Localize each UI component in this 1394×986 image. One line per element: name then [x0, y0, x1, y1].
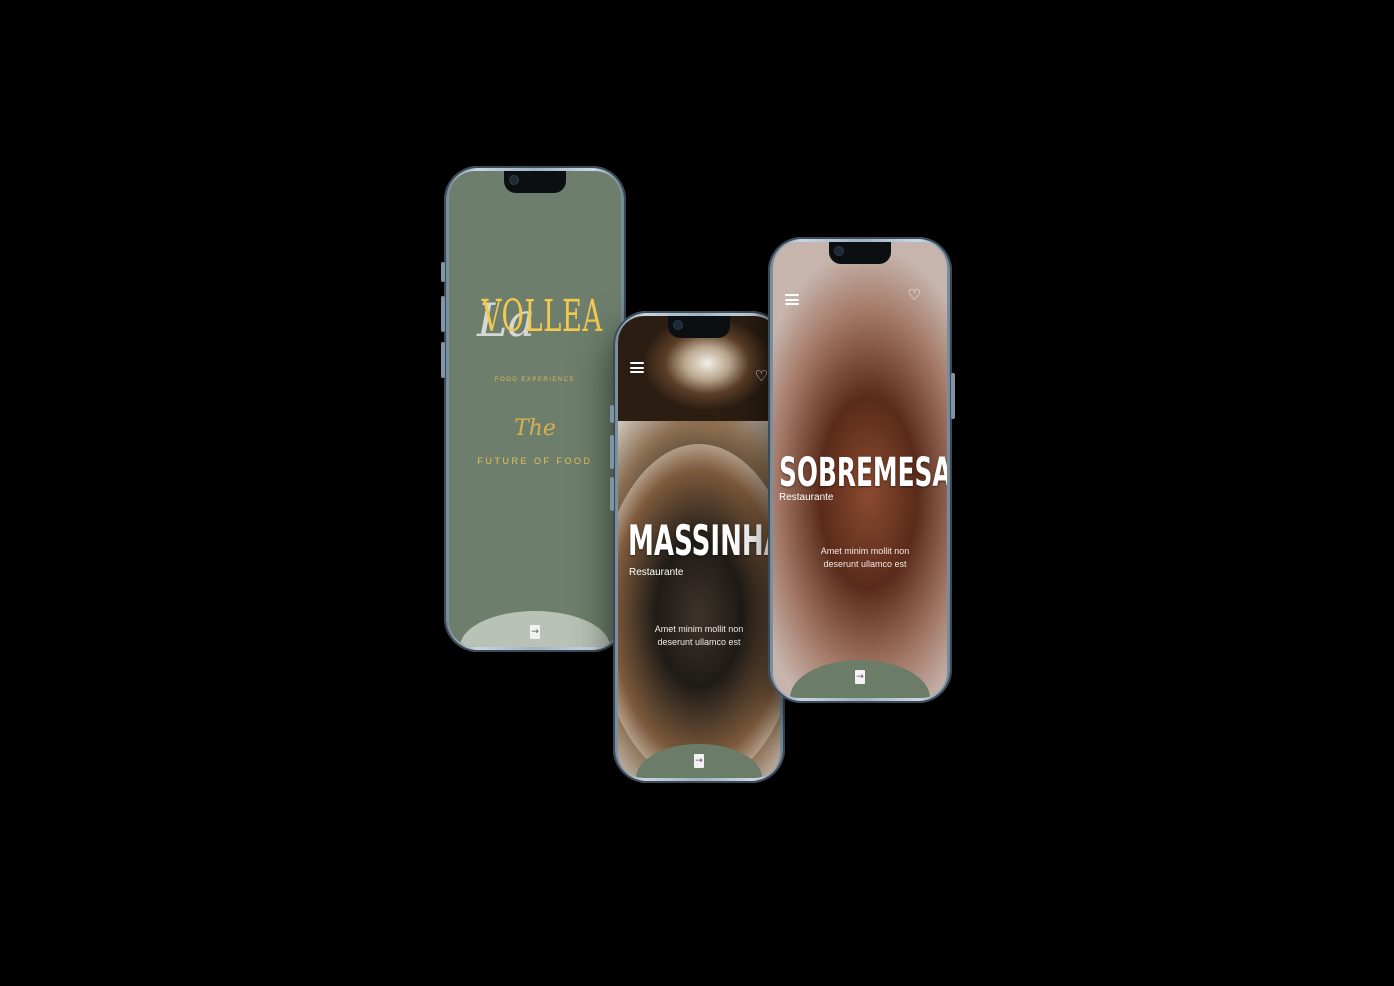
logo-wordmark: VOLLEA [481, 291, 603, 342]
camera-notch [504, 171, 566, 193]
hamburger-icon[interactable] [785, 294, 799, 305]
camera-notch [668, 316, 730, 338]
description-line: Amet minim mollit non [654, 624, 744, 634]
tagline: FUTURE OF FOOD [477, 456, 593, 466]
enter-icon: → [856, 671, 864, 682]
mute-switch [441, 262, 445, 282]
food-photo-pasta [618, 444, 780, 778]
phone-mockup-massinhas: ♡ MASSINHAS Restaurante Amet minim molli… [610, 311, 785, 783]
volume-up-button [441, 296, 445, 332]
logo-subtitle: FOOD EXPERIENCE [494, 377, 576, 383]
volume-up-button [610, 435, 614, 469]
tagline-script: The [514, 416, 556, 441]
mute-switch [610, 405, 614, 423]
phone-mockup-splash: La VOLLEA FOOD EXPERIENCE The FUTURE OF … [441, 166, 626, 652]
heart-icon[interactable]: ♡ [755, 369, 768, 384]
category-title: MASSINHAS [628, 516, 780, 565]
sobremesas-screen: ♡ SOBREMESAS Restaurante Amet minim moll… [773, 242, 947, 698]
hamburger-icon[interactable] [630, 362, 644, 373]
description-line: deserunt ullamco est [657, 637, 741, 647]
power-button [951, 373, 955, 419]
category-subtitle: Restaurante [779, 492, 834, 503]
splash-screen: La VOLLEA FOOD EXPERIENCE The FUTURE OF … [449, 171, 621, 647]
category-description: Amet minim mollit non deserunt ullamco e… [618, 623, 780, 649]
enter-button[interactable]: → [694, 754, 704, 768]
description-line: Amet minim mollit non [820, 546, 910, 556]
heart-icon[interactable]: ♡ [908, 288, 921, 303]
camera-notch [829, 242, 891, 264]
massinhas-screen: ♡ MASSINHAS Restaurante Amet minim molli… [618, 316, 780, 778]
category-title: SOBREMESAS [779, 450, 947, 496]
enter-icon: → [531, 626, 539, 637]
volume-down-button [441, 342, 445, 378]
description-line: deserunt ullamco est [823, 559, 907, 569]
category-description: Amet minim mollit non deserunt ullamco e… [783, 545, 947, 571]
enter-button[interactable]: → [855, 670, 865, 684]
volume-down-button [610, 477, 614, 511]
category-subtitle: Restaurante [629, 567, 684, 578]
enter-button[interactable]: → [530, 625, 540, 639]
phone-mockup-sobremesas: ♡ SOBREMESAS Restaurante Amet minim moll… [768, 237, 955, 703]
enter-icon: → [695, 755, 703, 766]
